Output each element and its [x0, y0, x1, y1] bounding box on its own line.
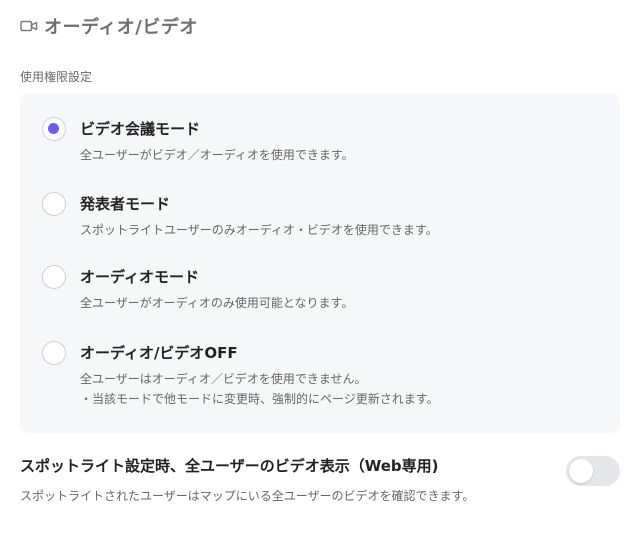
- option-audio-video-off[interactable]: オーディオ/ビデオOFF 全ユーザーはオーディオ／ビデオを使用できません。 ・当…: [42, 341, 439, 409]
- permission-label: 使用権限設定: [20, 70, 93, 84]
- option-title: 発表者モード: [80, 195, 171, 213]
- spotlight-video-toggle[interactable]: [566, 456, 620, 486]
- video-camera-icon: [20, 19, 38, 33]
- option-title: ビデオ会議モード: [80, 120, 201, 138]
- spotlight-setting-title: スポットライト設定時、全ユーザーのビデオ表示（Web専用): [20, 457, 439, 475]
- radio-presenter[interactable]: [42, 192, 66, 216]
- option-title: オーディオ/ビデオOFF: [80, 344, 238, 362]
- radio-audio[interactable]: [42, 265, 66, 289]
- option-description: スポットライトユーザーのみオーディオ・ビデオを使用できます。: [80, 223, 438, 237]
- permission-options-card: ビデオ会議モード 全ユーザーがビデオ／オーディオを使用できます。 発表者モード …: [20, 93, 620, 433]
- toggle-knob: [569, 459, 593, 483]
- option-note-line: ・当該モードで他モードに変更時、強制的にページ更新されます。: [80, 392, 439, 406]
- option-audio-mode[interactable]: オーディオモード 全ユーザーがオーディオのみ使用可能となります。: [42, 265, 353, 313]
- option-title: オーディオモード: [80, 268, 199, 286]
- option-description: 全ユーザーがオーディオのみ使用可能となります。: [80, 296, 354, 310]
- option-presenter-mode[interactable]: 発表者モード スポットライトユーザーのみオーディオ・ビデオを使用できます。: [42, 192, 438, 240]
- section-title: オーディオ/ビデオ: [44, 17, 198, 38]
- radio-audio-video-off[interactable]: [42, 341, 66, 365]
- option-description: 全ユーザーはオーディオ／ビデオを使用できません。 ・当該モードで他モードに変更時…: [80, 369, 439, 409]
- spotlight-setting-description: スポットライトされたユーザーはマップにいる全ユーザーのビデオを確認できます。: [20, 489, 475, 503]
- section-header: オーディオ/ビデオ: [20, 14, 198, 38]
- radio-video-conference[interactable]: [42, 117, 66, 141]
- option-description-line: 全ユーザーはオーディオ／ビデオを使用できません。: [80, 372, 367, 386]
- option-description: 全ユーザーがビデオ／オーディオを使用できます。: [80, 148, 354, 162]
- option-video-conference-mode[interactable]: ビデオ会議モード 全ユーザーがビデオ／オーディオを使用できます。: [42, 117, 354, 165]
